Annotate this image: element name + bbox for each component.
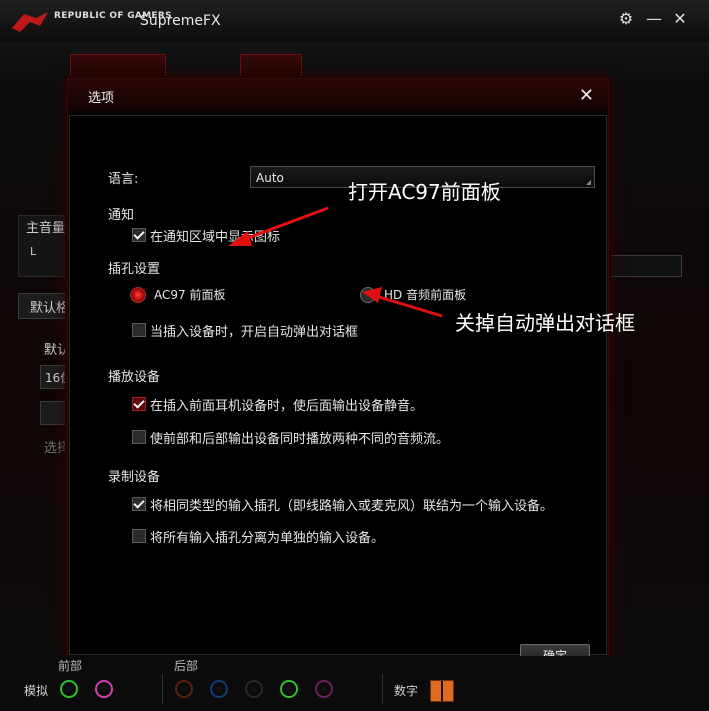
- digital-label: 数字: [394, 684, 419, 698]
- digital-spdif-icon[interactable]: [430, 680, 454, 702]
- front-label: 前部: [58, 659, 83, 673]
- annotation-open-ac97: 打开AC97前面板: [348, 180, 501, 204]
- front-jack-pink[interactable]: [95, 680, 113, 698]
- divider-2: [382, 674, 383, 704]
- rear-jack-pink[interactable]: [315, 680, 333, 698]
- front-jack-green[interactable]: [60, 680, 78, 698]
- annotation-arrows: [228, 206, 443, 318]
- arrow-to-auto-popup: [362, 287, 443, 318]
- analog-label: 模拟: [24, 684, 49, 698]
- divider-1: [162, 674, 163, 704]
- rear-label: 后部: [174, 659, 199, 673]
- rear-jack-blue[interactable]: [210, 680, 228, 698]
- app-window: REPUBLIC OF GAMERS SupremeFX ⚙ — ✕ 主音量 L…: [0, 0, 709, 711]
- arrow-to-ac97: [228, 206, 329, 246]
- rear-jack-black[interactable]: [245, 680, 263, 698]
- rear-jack-green[interactable]: [280, 680, 298, 698]
- annotation-disable-popup: 关掉自动弹出对话框: [455, 311, 635, 335]
- rear-jack-orange[interactable]: [175, 680, 193, 698]
